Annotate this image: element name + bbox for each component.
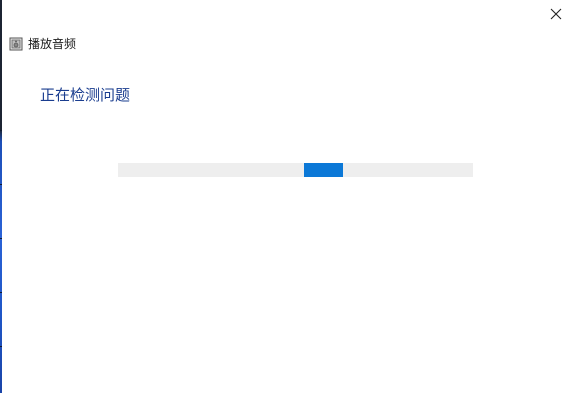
progress-bar: [118, 163, 473, 177]
edge-divider: [0, 238, 2, 239]
edge-divider: [0, 130, 2, 131]
speaker-troubleshooter-icon: [9, 37, 23, 51]
edge-divider: [0, 346, 2, 347]
title-bar: 播放音频: [9, 36, 76, 52]
troubleshooter-window: 播放音频 正在检测问题: [0, 0, 571, 393]
close-icon: [550, 8, 562, 20]
desktop-edge-strip: [0, 0, 2, 393]
progress-indicator: [304, 163, 344, 177]
window-title: 播放音频: [28, 37, 77, 51]
status-heading: 正在检测问题: [40, 86, 131, 104]
edge-divider: [0, 184, 2, 185]
close-button[interactable]: [541, 0, 571, 28]
edge-divider: [0, 292, 2, 293]
